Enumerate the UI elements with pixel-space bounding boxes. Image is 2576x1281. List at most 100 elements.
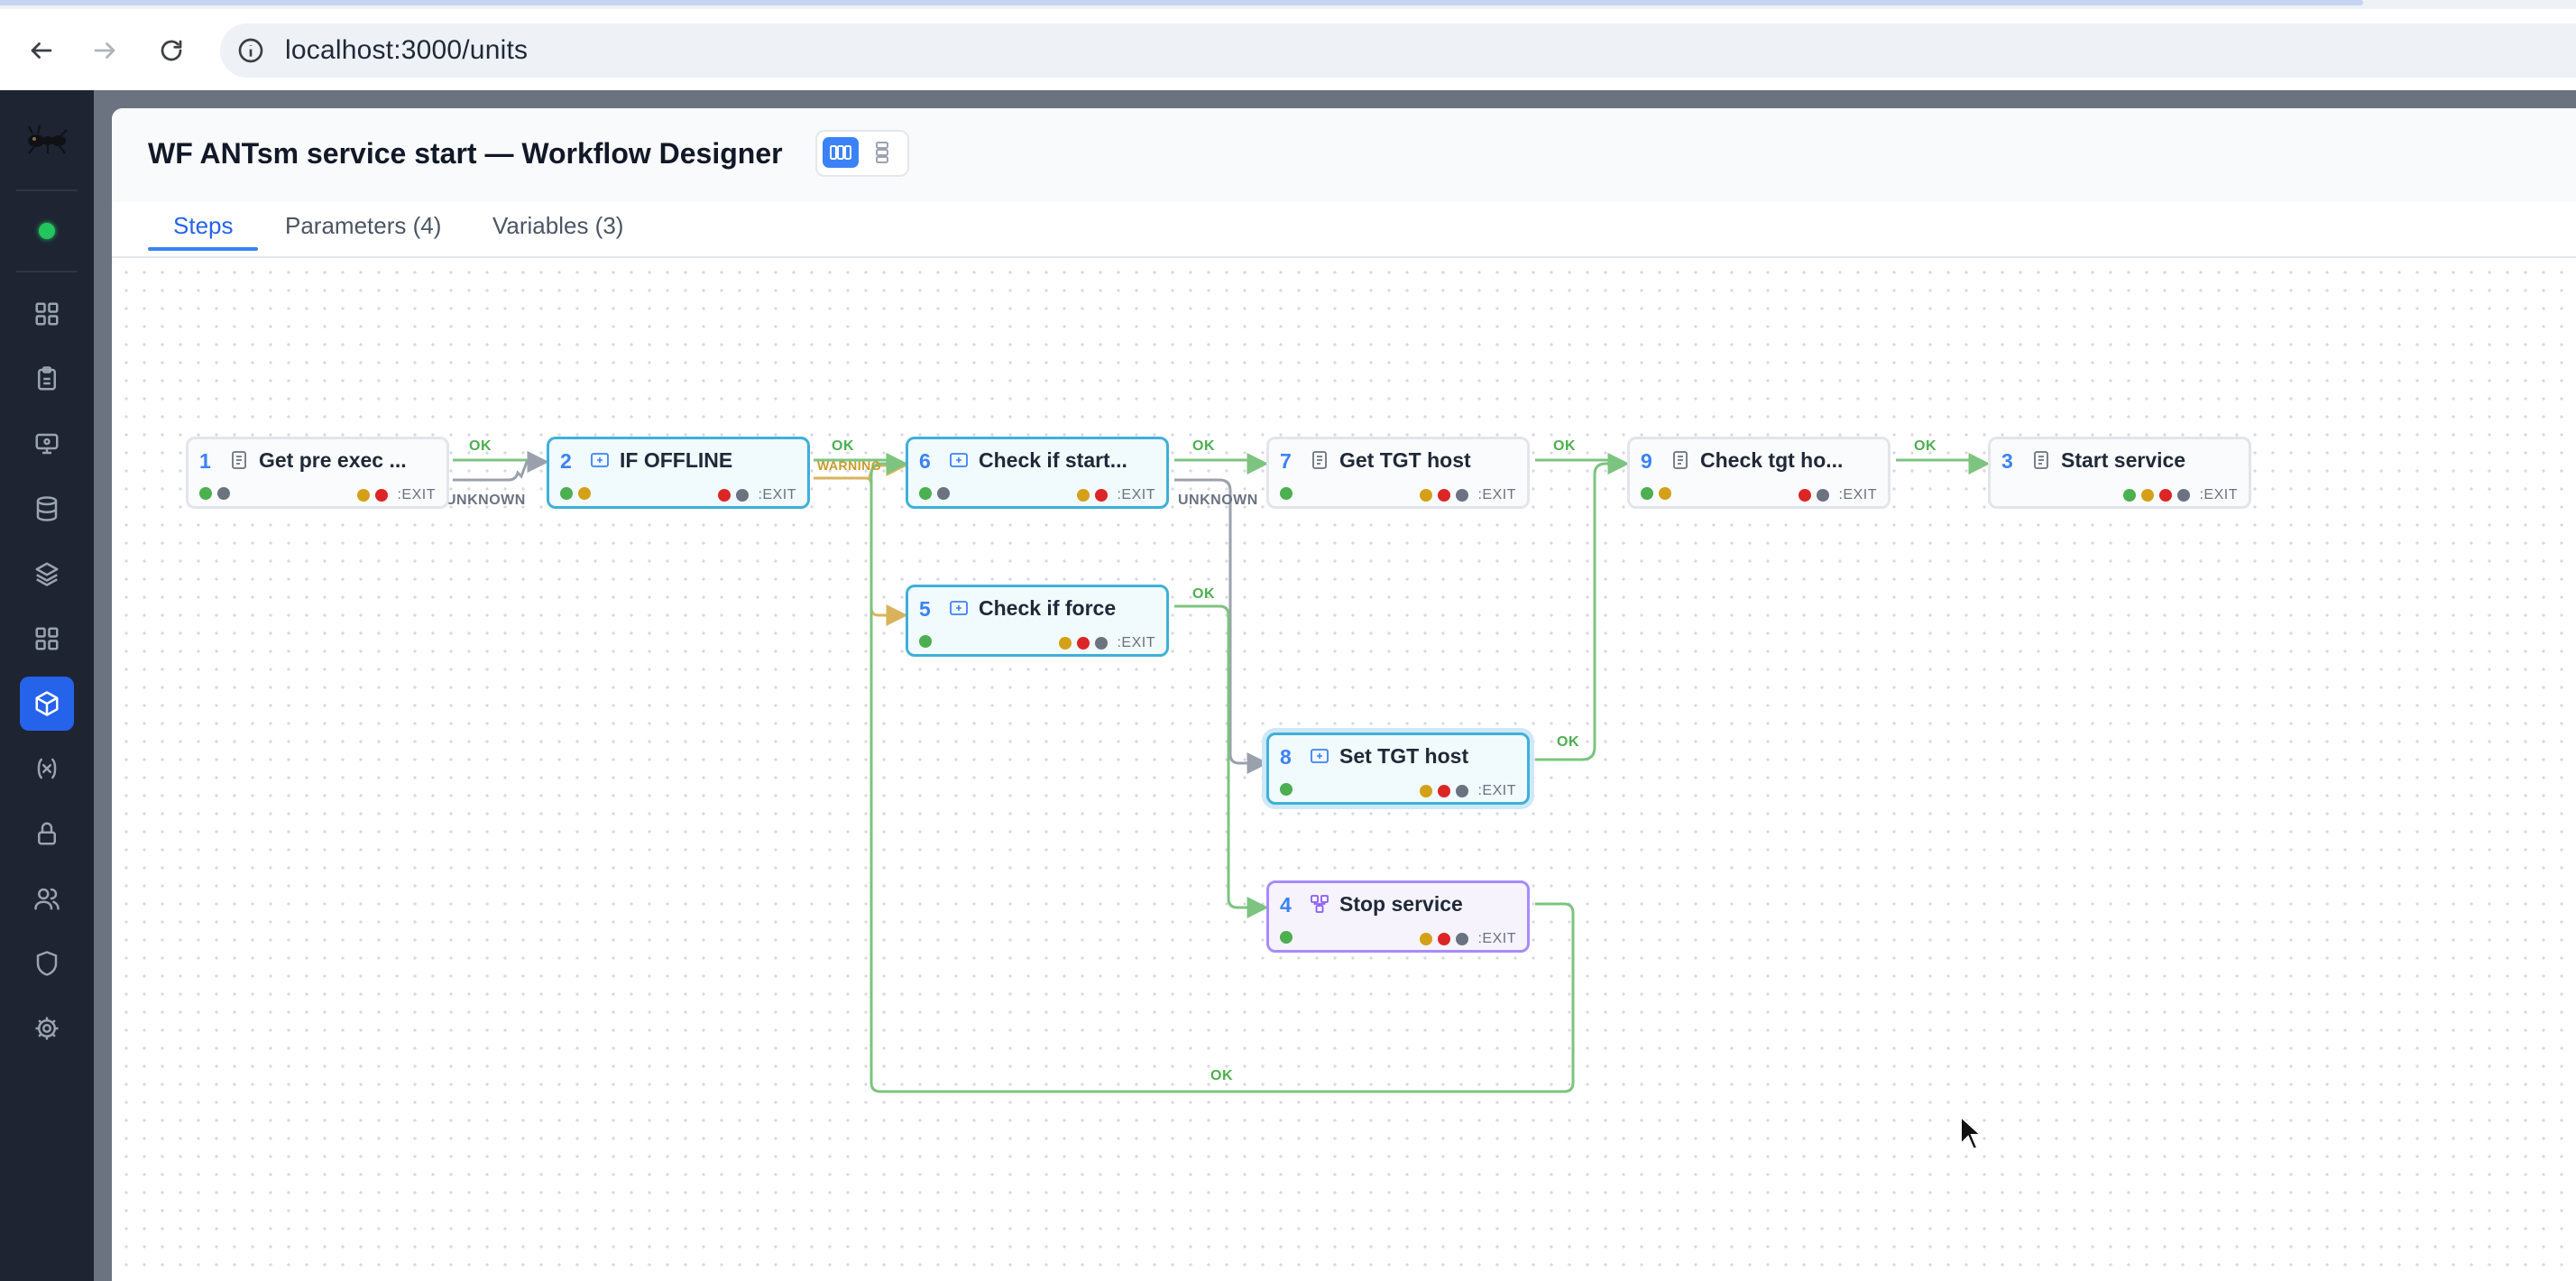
warning-input-port[interactable] xyxy=(578,487,591,500)
exit-port-label[interactable]: :EXIT xyxy=(397,487,436,503)
condition-icon xyxy=(1309,745,1330,767)
warning-input-port[interactable] xyxy=(1659,487,1671,500)
unknown-output-port[interactable] xyxy=(736,489,750,502)
sidebar-item-layers[interactable] xyxy=(20,547,74,601)
ant-logo-icon[interactable] xyxy=(23,123,70,155)
ok-input-port[interactable] xyxy=(919,487,932,500)
error-output-port[interactable] xyxy=(1438,785,1451,797)
sidebar-item-variables[interactable] xyxy=(20,742,74,796)
workflow-step-node[interactable]: 8 Set TGT host:EXIT xyxy=(1266,733,1530,805)
ok-input-port[interactable] xyxy=(1280,783,1293,796)
sidebar-item-dashboard[interactable] xyxy=(20,287,74,341)
workflow-step-node[interactable]: 6 Check if start...:EXIT xyxy=(906,437,1169,509)
browser-top-strip xyxy=(0,0,2576,9)
sidebar-item-security[interactable] xyxy=(20,936,74,991)
unknown-output-port[interactable] xyxy=(1095,637,1109,650)
monitor-icon xyxy=(35,433,59,455)
step-label: Set TGT host xyxy=(1339,744,1469,768)
ok-input-port[interactable] xyxy=(1280,931,1293,944)
back-button[interactable] xyxy=(20,29,63,72)
exit-port-label[interactable]: :EXIT xyxy=(1477,487,1516,503)
workflow-step-node[interactable]: 1 Get pre exec ...:EXIT xyxy=(186,437,449,509)
sidebar-item-settings[interactable] xyxy=(20,1001,74,1055)
warning-output-port[interactable] xyxy=(1059,637,1072,650)
edge-6-8-unknown xyxy=(1174,478,1269,774)
input-ports xyxy=(919,487,950,500)
sidebar-item-users[interactable] xyxy=(20,871,74,926)
unknown-input-port[interactable] xyxy=(217,487,230,500)
ok-input-port[interactable] xyxy=(199,487,212,500)
unknown-output-port[interactable] xyxy=(2177,489,2191,502)
warning-output-port[interactable] xyxy=(357,489,371,502)
sidebar-item-units[interactable] xyxy=(20,677,74,731)
edge-label-ok: OK xyxy=(1557,734,1579,750)
step-label: Stop service xyxy=(1339,892,1463,916)
exit-port-label[interactable]: :EXIT xyxy=(758,487,796,503)
sidebar-item-secrets[interactable] xyxy=(20,806,74,861)
sidebar-item-apps[interactable] xyxy=(20,612,74,666)
sidebar-item-database[interactable] xyxy=(20,482,74,536)
ok-output-port[interactable] xyxy=(2123,489,2137,502)
address-bar[interactable]: localhost:3000/units xyxy=(220,23,2576,78)
exit-port-label[interactable]: :EXIT xyxy=(1477,931,1516,947)
layers-icon xyxy=(35,562,59,586)
error-output-port[interactable] xyxy=(1438,933,1451,945)
warning-output-port[interactable] xyxy=(1420,489,1433,502)
error-output-port[interactable] xyxy=(1799,489,1812,502)
warning-output-port[interactable] xyxy=(2141,489,2155,502)
edge-label-unknown: UNKNOWN xyxy=(446,493,526,508)
error-output-port[interactable] xyxy=(375,489,389,502)
workflow-step-node[interactable]: 7 Get TGT host:EXIT xyxy=(1266,437,1530,509)
unknown-output-port[interactable] xyxy=(1456,933,1469,945)
edge-label-unknown: UNKNOWN xyxy=(1178,493,1258,508)
warning-output-port[interactable] xyxy=(1420,933,1433,945)
error-output-port[interactable] xyxy=(718,489,731,502)
error-output-port[interactable] xyxy=(1077,637,1090,650)
sidebar-item-monitor[interactable] xyxy=(20,417,74,471)
error-output-port[interactable] xyxy=(1438,489,1451,502)
exit-port-label[interactable]: :EXIT xyxy=(1838,487,1877,503)
input-ports xyxy=(1280,487,1293,500)
unknown-output-port[interactable] xyxy=(1456,489,1469,502)
unknown-output-port[interactable] xyxy=(1817,489,1830,502)
ok-input-port[interactable] xyxy=(919,635,932,648)
step-label: Get pre exec ... xyxy=(259,448,407,472)
step-number: 4 xyxy=(1280,893,1292,917)
ok-input-port[interactable] xyxy=(1641,487,1653,500)
workflow-step-node[interactable]: 5 Check if force:EXIT xyxy=(906,585,1169,657)
workflow-step-node[interactable]: 2 IF OFFLINE:EXIT xyxy=(547,437,810,509)
horizontal-layout-button[interactable] xyxy=(823,137,859,168)
sidebar-item-tasks[interactable] xyxy=(20,352,74,406)
warning-output-port[interactable] xyxy=(1077,489,1090,502)
workflow-step-node[interactable]: 4 Stop service :EXIT xyxy=(1266,880,1530,953)
step-number: 9 xyxy=(1641,449,1652,473)
exit-port-label[interactable]: :EXIT xyxy=(1477,783,1516,799)
tab-variables[interactable]: Variables (3) xyxy=(492,213,623,254)
unknown-output-port[interactable] xyxy=(1456,785,1469,797)
unknown-input-port[interactable] xyxy=(937,487,950,500)
reload-button[interactable] xyxy=(150,29,193,72)
ok-input-port[interactable] xyxy=(560,487,573,500)
exit-port-label[interactable]: :EXIT xyxy=(1117,635,1155,651)
edge-8-9-ok xyxy=(1535,453,1630,761)
workflow-step-node[interactable]: 3 Start service:EXIT xyxy=(1988,437,2251,509)
exit-port-label[interactable]: :EXIT xyxy=(2199,487,2238,503)
warning-output-port[interactable] xyxy=(1420,785,1433,797)
step-label: Check tgt ho... xyxy=(1700,448,1844,472)
edge-label-ok: OK xyxy=(1192,586,1215,602)
input-ports xyxy=(1280,931,1293,944)
workflow-step-node[interactable]: 9 Check tgt ho... :EXIT xyxy=(1627,437,1891,509)
error-output-port[interactable] xyxy=(1095,489,1109,502)
edge-label-ok: OK xyxy=(832,438,854,454)
tab-parameters[interactable]: Parameters (4) xyxy=(285,213,441,254)
output-ports: :EXIT xyxy=(718,487,796,503)
url-text[interactable]: localhost:3000/units xyxy=(285,35,528,66)
exit-port-label[interactable]: :EXIT xyxy=(1117,487,1155,503)
workflow-canvas[interactable]: OK UNKNOWN OK WARNING OK UNKNOWN OK OK O… xyxy=(112,258,2576,1281)
vertical-layout-button[interactable] xyxy=(864,137,900,168)
error-output-port[interactable] xyxy=(2159,489,2173,502)
users-icon xyxy=(34,888,60,910)
forward-button[interactable] xyxy=(83,29,126,72)
edge-9-3-ok xyxy=(1896,453,1991,475)
ok-input-port[interactable] xyxy=(1280,487,1293,500)
